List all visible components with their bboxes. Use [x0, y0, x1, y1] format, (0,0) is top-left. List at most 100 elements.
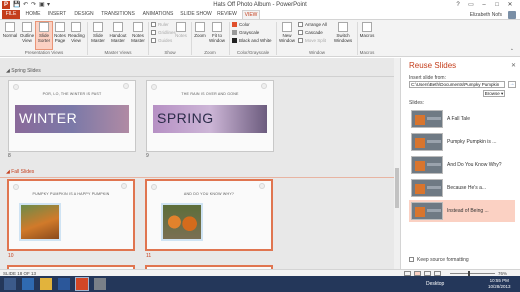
- powerpoint-icon[interactable]: [75, 277, 89, 291]
- insert-from-path-input[interactable]: C:\Users\Beth\Documents\Pumpky Pumpkin: [409, 81, 505, 88]
- clock[interactable]: 10:55 PM 10/28/2013: [488, 278, 511, 290]
- slides-label: Slides:: [409, 100, 425, 106]
- cascade-button[interactable]: Cascade: [298, 30, 323, 36]
- notes-master-button[interactable]: Notes Master: [129, 22, 147, 49]
- macros-icon: [362, 22, 372, 32]
- switch-windows-button[interactable]: Switch Windows: [332, 22, 354, 49]
- slide-number: 11: [146, 253, 152, 259]
- gridlines-checkbox[interactable]: Gridlines: [151, 30, 176, 36]
- user-name[interactable]: Elizabeth Nofs: [470, 11, 502, 19]
- cascade-icon: [298, 30, 303, 35]
- slide-caption: THE RAIN IS OVER AND GONE: [181, 92, 239, 96]
- slide-caption: POR, LO, THE WINTER IS PAST: [42, 92, 102, 96]
- group-separator: [87, 22, 88, 55]
- fit-to-window-button[interactable]: Fit to Window: [208, 22, 226, 49]
- desktop-toolbar[interactable]: Desktop: [426, 281, 444, 287]
- folder-icon[interactable]: [40, 278, 52, 290]
- tab-file[interactable]: FILE: [2, 10, 20, 19]
- collapse-ribbon-icon[interactable]: ⌃: [510, 48, 514, 54]
- tab-slide-show[interactable]: SLIDE SHOW: [180, 10, 212, 19]
- new-window-icon: [282, 22, 292, 32]
- group-label-window: Window: [308, 50, 325, 55]
- notes-master-icon: [133, 22, 143, 32]
- group-label-show: Show: [164, 50, 176, 55]
- reuse-slides-pane: Reuse Slides ✕ Insert slide from: C:\Use…: [400, 58, 520, 269]
- group-label-color-grayscale: Color/Grayscale: [236, 50, 270, 55]
- reading-view-button[interactable]: Reading View: [68, 22, 85, 49]
- decoration: [123, 83, 129, 89]
- section-header-spring[interactable]: ◢ Spring Slides: [6, 68, 41, 75]
- handout-master-button[interactable]: Handout Master: [108, 22, 128, 49]
- go-arrow-icon[interactable]: →: [508, 81, 516, 88]
- ruler-checkbox[interactable]: Ruler: [151, 22, 169, 28]
- slide-sorter-button[interactable]: Slide Sorter: [35, 21, 53, 50]
- slide-master-icon: [93, 22, 103, 32]
- reuse-slide-item[interactable]: Pumpky Pumpkin is ...: [409, 131, 515, 153]
- tab-transitions[interactable]: TRANSITIONS: [100, 10, 136, 19]
- zoom-icon: [195, 22, 205, 32]
- section-header-fall[interactable]: ◢ Fall Slides: [6, 169, 34, 176]
- move-split-button[interactable]: Move Split: [298, 38, 326, 44]
- reuse-slide-item[interactable]: A Fall Tale: [409, 108, 515, 130]
- scrollbar-thumb[interactable]: [395, 168, 399, 208]
- ribbon-view: Normal Outline View Slide Sorter Notes P…: [0, 19, 520, 57]
- notes-page-button[interactable]: Notes Page: [53, 22, 67, 49]
- maximize-button[interactable]: □: [491, 0, 503, 10]
- ie-icon[interactable]: [22, 278, 34, 290]
- group-separator: [229, 22, 230, 55]
- reuse-slide-title: Pumpky Pumpkin is ...: [447, 139, 497, 145]
- macros-button[interactable]: Macros: [359, 22, 375, 49]
- window-title: Hats Off Photo Album - PowerPoint: [213, 2, 307, 8]
- outline-view-button[interactable]: Outline View: [19, 22, 35, 49]
- grayscale-button[interactable]: Grayscale: [232, 30, 259, 36]
- group-separator: [148, 22, 149, 55]
- reuse-slide-item[interactable]: And Do You Know Why?: [409, 154, 515, 176]
- black-and-white-button[interactable]: Black and White: [232, 38, 272, 44]
- reuse-slide-thumbnail: [411, 202, 443, 220]
- tab-animations[interactable]: ANIMATIONS: [140, 10, 176, 19]
- close-icon[interactable]: ✕: [511, 62, 516, 69]
- word-icon[interactable]: [58, 278, 70, 290]
- guides-checkbox[interactable]: Guides: [151, 38, 172, 44]
- start-icon[interactable]: [4, 278, 16, 290]
- reuse-slides-title: Reuse Slides: [409, 61, 457, 70]
- grayscale-swatch-icon: [232, 30, 237, 35]
- tab-view[interactable]: VIEW: [242, 10, 260, 19]
- color-button[interactable]: Color: [232, 22, 250, 28]
- normal-view-button[interactable]: Normal: [2, 22, 18, 49]
- slide-master-button[interactable]: Slide Master: [89, 22, 107, 49]
- notes-icon: [176, 22, 186, 32]
- tab-home[interactable]: HOME: [24, 10, 42, 19]
- ribbon-display-button[interactable]: ▭: [465, 0, 477, 10]
- zoom-button[interactable]: Zoom: [193, 22, 207, 49]
- status-bar: SLIDE 18 OF 13 76%: [0, 269, 520, 276]
- move-split-icon: [298, 38, 303, 43]
- help-button[interactable]: ?: [452, 0, 464, 10]
- reuse-slide-item-highlighted[interactable]: Instead of Being ...: [409, 200, 515, 222]
- close-button[interactable]: ✕: [504, 0, 516, 10]
- keep-source-formatting-checkbox[interactable]: Keep source formatting: [409, 257, 469, 263]
- camera-icon[interactable]: [94, 278, 106, 290]
- notes-page-icon: [55, 22, 65, 32]
- notes-button[interactable]: Notes: [174, 22, 188, 49]
- slide-thumbnail-9[interactable]: THE RAIN IS OVER AND GONE SPRING: [146, 80, 274, 152]
- tab-insert[interactable]: INSERT: [46, 10, 68, 19]
- slide-sorter-icon: [39, 22, 49, 32]
- reuse-slide-title: A Fall Tale: [447, 116, 470, 122]
- zoom-slider[interactable]: [450, 273, 495, 274]
- title-bar: P 💾 ↶ ↷ ▣ ▾ Hats Off Photo Album - Power…: [0, 0, 520, 10]
- slide-thumbnail-11[interactable]: AND DO YOU KNOW WHY?: [145, 179, 273, 251]
- slide-thumbnail-10[interactable]: PUMPKY PUMPKIN IS A HAPPY PUMPKIN: [7, 179, 135, 251]
- reuse-slide-item[interactable]: Because He's a...: [409, 177, 515, 199]
- browse-button[interactable]: Browse ▾: [483, 90, 505, 97]
- tab-review[interactable]: REVIEW: [214, 10, 240, 19]
- minimize-button[interactable]: –: [478, 0, 490, 10]
- slide-caption: AND DO YOU KNOW WHY?: [183, 192, 235, 196]
- pumpkins-photo: [161, 203, 203, 241]
- handout-master-icon: [113, 22, 123, 32]
- tab-design[interactable]: DESIGN: [72, 10, 96, 19]
- new-window-button[interactable]: New Window: [278, 22, 296, 49]
- avatar[interactable]: [508, 11, 516, 19]
- arrange-all-button[interactable]: Arrange All: [298, 22, 327, 28]
- slide-thumbnail-8[interactable]: POR, LO, THE WINTER IS PAST WINTER: [8, 80, 136, 152]
